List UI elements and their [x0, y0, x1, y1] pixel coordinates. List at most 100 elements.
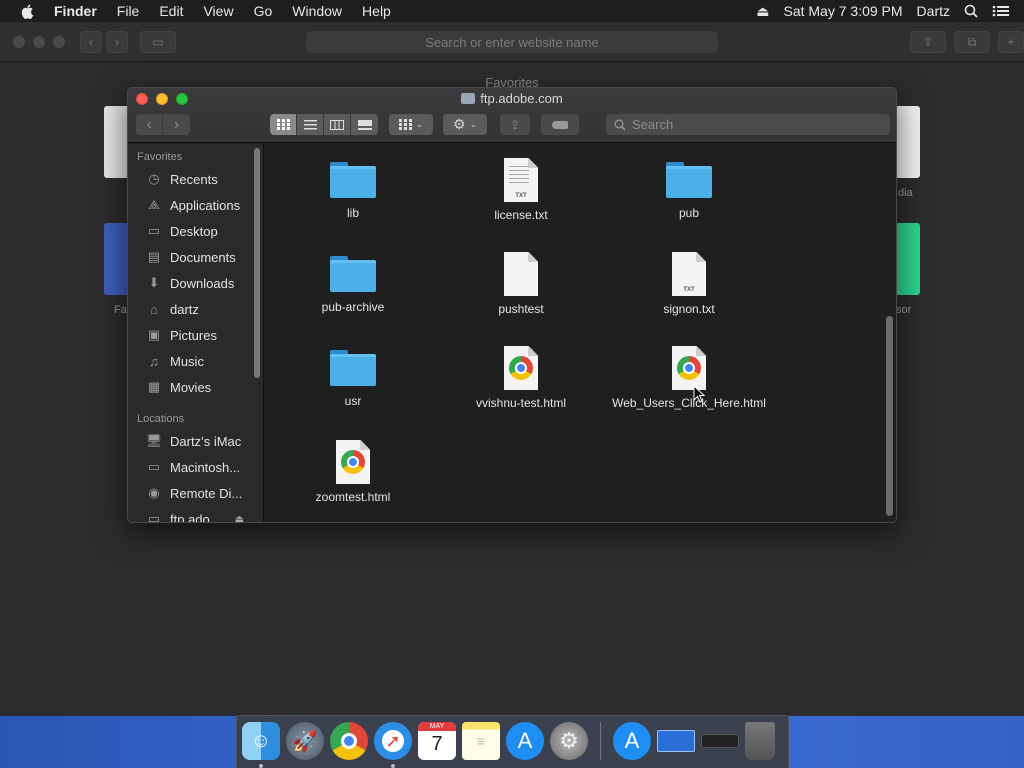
share-button[interactable]: ⇪: [500, 114, 530, 135]
file-item-signon-txt[interactable]: TXT signon.txt: [604, 252, 774, 316]
search-field[interactable]: Search: [606, 114, 890, 135]
gear-icon: ⚙: [452, 116, 466, 132]
url-placeholder: Search or enter website name: [425, 34, 599, 50]
folder-icon: [666, 160, 712, 200]
folder-icon: [330, 160, 376, 200]
safari-tabs-button[interactable]: ⧉: [954, 31, 990, 53]
music-note-icon: ♫: [149, 353, 159, 369]
spotlight-search-icon[interactable]: [964, 4, 978, 18]
safari-zoom-button[interactable]: [53, 36, 65, 48]
file-item-pushtest[interactable]: pushtest: [436, 252, 606, 316]
file-item-vvishnu-test-html[interactable]: vvishnu-test.html: [436, 346, 606, 410]
menu-window[interactable]: Window: [292, 3, 342, 19]
launchpad-icon[interactable]: 🚀: [286, 722, 324, 760]
safari-forward-button[interactable]: ›: [106, 31, 128, 53]
sidebar-item-music[interactable]: ♫ Music: [128, 348, 256, 374]
menu-bar: Finder File Edit View Go Window Help ⏏ S…: [0, 0, 1024, 22]
forward-button[interactable]: ›: [163, 114, 190, 135]
safari-icon[interactable]: ➚: [374, 722, 412, 760]
chevron-down-icon: ⌄: [469, 119, 478, 129]
safari-back-button[interactable]: ‹: [80, 31, 102, 53]
tags-button[interactable]: [541, 114, 579, 135]
file-icon-grid: lib TXT license.txt pub pub-archive push…: [265, 144, 896, 522]
calendar-day: 7: [431, 733, 443, 755]
menu-file[interactable]: File: [117, 3, 140, 19]
menu-view[interactable]: View: [203, 3, 233, 19]
file-item-usr[interactable]: usr: [268, 348, 438, 408]
sidebar-item-applications[interactable]: ⟁ Applications: [128, 192, 256, 218]
file-item-lib[interactable]: lib: [268, 160, 438, 220]
sidebar-item-dartz[interactable]: ⌂ dartz: [128, 296, 256, 322]
safari-sidebar-button[interactable]: ▭: [140, 31, 176, 53]
menu-go[interactable]: Go: [254, 3, 273, 19]
group-by-button[interactable]: ⌄: [389, 114, 433, 135]
applications-icon: ⟁: [148, 197, 160, 212]
sidebar-item-recents[interactable]: ◷ Recents: [128, 166, 256, 192]
sidebar-item-pictures[interactable]: ▣ Pictures: [128, 322, 256, 348]
sidebar-item-label: Downloads: [170, 275, 235, 291]
safari-url-bar[interactable]: Search or enter website name: [306, 31, 718, 53]
eject-icon[interactable]: ⏏: [756, 3, 769, 20]
menu-help[interactable]: Help: [362, 3, 391, 19]
column-view-button[interactable]: [324, 114, 351, 135]
safari-minimize-button[interactable]: [33, 36, 45, 48]
folder-icon: [330, 254, 376, 294]
folder-icon: [330, 348, 376, 388]
chrome-icon[interactable]: [330, 722, 368, 760]
sidebar-item-movies[interactable]: ▦ Movies: [128, 374, 256, 400]
apple-icon[interactable]: [20, 3, 36, 19]
sidebar-item-imac[interactable]: 🖥 Dartz’s iMac: [128, 428, 256, 454]
notification-center-icon[interactable]: [992, 5, 1010, 17]
calendar-icon[interactable]: MAY 7: [418, 722, 456, 760]
finder-icon[interactable]: ☺: [242, 722, 280, 760]
action-menu-button[interactable]: ⚙ ⌄: [443, 114, 487, 135]
sidebar-item-macintosh-hd[interactable]: ▭ Macintosh...: [128, 454, 256, 480]
sidebar-item-desktop[interactable]: ▭ Desktop: [128, 218, 256, 244]
app-store-icon[interactable]: A: [506, 722, 544, 760]
file-item-web-users-click-here-html[interactable]: Web_Users_Click_Here.html: [604, 346, 774, 410]
safari-close-button[interactable]: [13, 36, 25, 48]
safari-share-button[interactable]: ⇪: [910, 31, 946, 53]
safari-new-tab-button[interactable]: +: [998, 31, 1024, 53]
view-mode-control: [270, 114, 378, 135]
sidebar-item-documents[interactable]: ▤ Documents: [128, 244, 256, 270]
chrome-html-document-icon: [336, 440, 370, 484]
sidebar-item-ftp-server[interactable]: ▭ ftp.ado... ⏏: [128, 506, 256, 523]
notes-icon[interactable]: ≡: [462, 722, 500, 760]
documents-icon: ▤: [147, 249, 161, 264]
file-item-pub[interactable]: pub: [604, 160, 774, 220]
clock-icon: ◷: [148, 171, 160, 186]
tag-icon: [552, 120, 568, 129]
sidebar-item-downloads[interactable]: ⬇ Downloads: [128, 270, 256, 296]
chevron-down-icon: ⌄: [415, 119, 424, 129]
trash-icon[interactable]: [745, 722, 775, 760]
file-name: license.txt: [494, 208, 548, 222]
favorite-tile[interactable]: [895, 106, 920, 178]
file-item-zoomtest-html[interactable]: zoomtest.html: [268, 440, 438, 504]
disk-drive-icon[interactable]: [701, 734, 739, 748]
sidebar-item-label: Applications: [170, 197, 241, 213]
share-icon: ⇪: [509, 117, 521, 132]
menu-clock[interactable]: Sat May 7 3:09 PM: [783, 3, 902, 19]
system-preferences-icon[interactable]: ⚙: [550, 722, 588, 760]
file-item-pub-archive[interactable]: pub-archive: [268, 254, 438, 314]
server-icon: [461, 93, 476, 104]
menu-user[interactable]: Dartz: [917, 3, 950, 19]
icon-view-button[interactable]: [270, 114, 297, 135]
menu-edit[interactable]: Edit: [159, 3, 183, 19]
file-item-license-txt[interactable]: TXT license.txt: [436, 158, 606, 222]
app-store-downloads-icon[interactable]: A: [613, 722, 651, 760]
menu-app-name[interactable]: Finder: [54, 3, 97, 19]
back-button[interactable]: ‹: [136, 114, 163, 135]
sidebar-item-label: Macintosh...: [170, 459, 241, 475]
gallery-view-button[interactable]: [351, 114, 378, 135]
sidebar-item-remote-disc[interactable]: ◉ Remote Di...: [128, 480, 256, 506]
favorite-tile[interactable]: [895, 223, 920, 295]
list-view-button[interactable]: [297, 114, 324, 135]
eject-icon[interactable]: ⏏: [235, 514, 244, 523]
sidebar-scrollbar[interactable]: [254, 148, 260, 378]
desktop-folder-icon[interactable]: [657, 730, 695, 752]
content-scrollbar[interactable]: [886, 316, 893, 516]
file-name: Web_Users_Click_Here.html: [612, 396, 766, 410]
calendar-month: MAY: [418, 722, 456, 731]
